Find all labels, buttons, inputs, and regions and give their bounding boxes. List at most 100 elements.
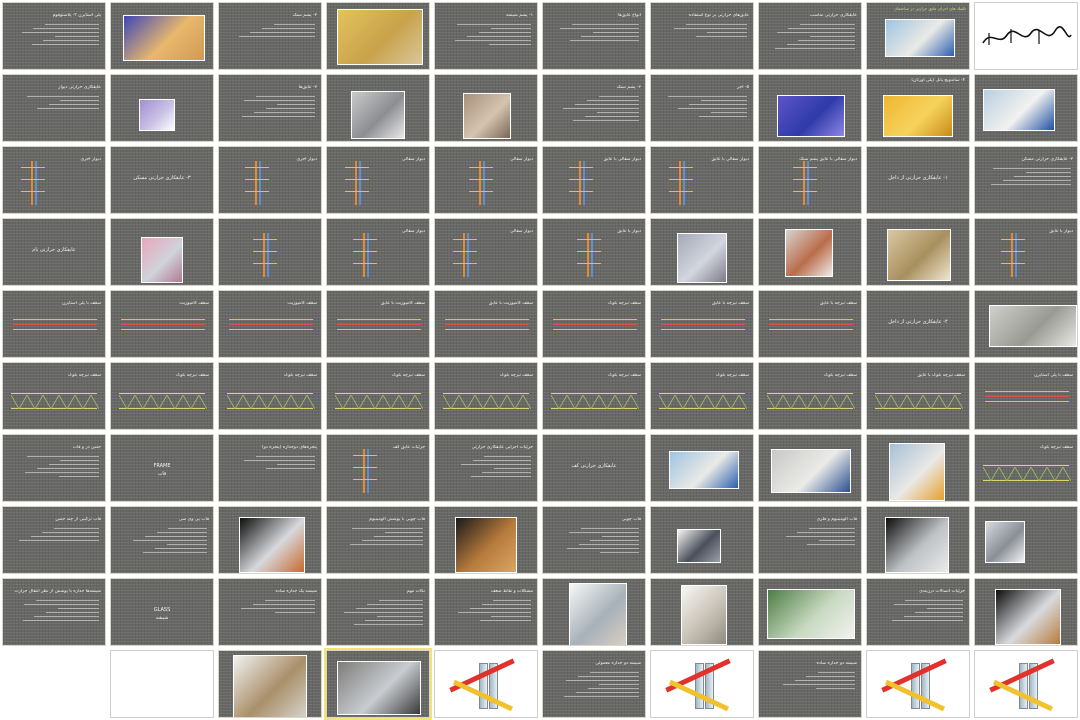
slide-thumbnail-10[interactable]: پلی استایرن ۳- پلاستوفوم: [2, 2, 106, 70]
slide-thumbnail-27[interactable]: دیوار سفالی: [326, 146, 430, 214]
slide-thumbnail-35[interactable]: دیوار با عایق: [542, 218, 646, 286]
slide-thumbnail-78[interactable]: [218, 506, 322, 574]
slide-thumbnail-32[interactable]: [866, 218, 970, 286]
slide-thumbnail-38[interactable]: [218, 218, 322, 286]
slide-thumbnail-2[interactable]: تكنیك های اجرای عایق حرارتی در ساختمان: [866, 2, 970, 70]
slide-thumbnail-92[interactable]: [866, 650, 970, 718]
slide-thumbnail-73[interactable]: قاب آلومینیوم و فلزی: [758, 506, 862, 574]
slide-thumbnail-76[interactable]: [434, 506, 538, 574]
slide-thumbnail-34[interactable]: [650, 218, 754, 286]
slide-thumbnail-62[interactable]: [866, 434, 970, 502]
slide-thumbnail-83[interactable]: [758, 578, 862, 646]
slide-thumbnail-23[interactable]: دیوار سفالی با عایق پشم سنگ: [758, 146, 862, 214]
slide-thumbnail-79[interactable]: قاب پی وی سی: [110, 506, 214, 574]
slide-thumbnail-8[interactable]: ۲- پشم سنگ: [218, 2, 322, 70]
slide-thumbnail-51[interactable]: سقف با پلی استایرن: [974, 362, 1078, 430]
slide-thumbnail-18[interactable]: ۷- عایق‌ها: [218, 74, 322, 142]
slide-thumbnail-72[interactable]: [866, 506, 970, 574]
slide-thumbnail-46[interactable]: سقف کامپوزیت با عایق: [434, 290, 538, 358]
slide-thumbnail-94[interactable]: [650, 650, 754, 718]
slide-thumbnail-44[interactable]: سقف تیرچه با عایق: [650, 290, 754, 358]
slide-thumbnail-88[interactable]: شیشه یک جداره ساده: [218, 578, 322, 646]
slide-thumbnail-89[interactable]: GLASS شیشه: [110, 578, 214, 646]
slide-thumbnail-30[interactable]: دیوار آجری: [2, 146, 106, 214]
slide-thumbnail-77[interactable]: قاب چوبی با پوشش آلومینیوم: [326, 506, 430, 574]
slide-thumbnail-40[interactable]: عایقکاری حرارتی بام: [2, 218, 106, 286]
slide-thumbnail-67[interactable]: جزئیات عایق کف: [326, 434, 430, 502]
slide-thumbnail-55[interactable]: سقف تیرچه بلوک: [542, 362, 646, 430]
slide-thumbnail-39[interactable]: [110, 218, 214, 286]
slide-thumbnail-1[interactable]: بسم الله الرحمن الرحیم: [974, 2, 1078, 70]
slide-thumbnail-37[interactable]: دیوار سفالی: [326, 218, 430, 286]
slide-thumbnail-59[interactable]: سقف تیرچه بلوک: [110, 362, 214, 430]
slide-thumbnail-31[interactable]: دیوار با عایق: [974, 218, 1078, 286]
slide-thumbnail-58[interactable]: سقف تیرچه بلوک: [218, 362, 322, 430]
slide-thumbnail-52[interactable]: سقف تیرچه بلوک با عایق: [866, 362, 970, 430]
slide-thumbnail-42[interactable]: ۴- عایقکاری حرارتی از داخل: [866, 290, 970, 358]
slide-thumbnail-9[interactable]: [110, 2, 214, 70]
slide-thumbnail-57[interactable]: سقف تیرچه بلوک: [326, 362, 430, 430]
slide-thumbnail-20[interactable]: عایقکاری حرارتی دیوار: [2, 74, 106, 142]
slide-thumbnail-13[interactable]: [758, 74, 862, 142]
slide-thumbnail-12[interactable]: ۴- ساندویچ پانل (پلی اورتان): [866, 74, 970, 142]
slide-thumbnail-53[interactable]: سقف تیرچه بلوک: [758, 362, 862, 430]
bullet-line: [469, 608, 531, 609]
slide-thumbnail-54[interactable]: سقف تیرچه بلوک: [650, 362, 754, 430]
slide-thumbnail-84[interactable]: [650, 578, 754, 646]
slide-thumbnail-97[interactable]: [324, 648, 432, 720]
slide-thumbnail-17[interactable]: [326, 74, 430, 142]
slide-thumbnail-90[interactable]: شیشه‌ها جداره با پوشش از نظر انتقال حرار…: [2, 578, 106, 646]
slide-thumbnail-82[interactable]: جزئیات اتصالات درزبندی: [866, 578, 970, 646]
slide-thumbnail-68[interactable]: پنجره‌های دوجداره (پنجره دو): [218, 434, 322, 502]
slide-thumbnail-47[interactable]: سقف کامپوزیت با عایق: [326, 290, 430, 358]
slide-thumbnail-16[interactable]: [434, 74, 538, 142]
slide-thumbnail-74[interactable]: [650, 506, 754, 574]
slide-thumbnail-70[interactable]: جنس در و قاب: [2, 434, 106, 502]
slide-thumbnail-36[interactable]: دیوار سفالی: [434, 218, 538, 286]
slide-thumbnail-24[interactable]: دیوار سفالی با عایق: [650, 146, 754, 214]
slide-thumbnail-3[interactable]: عایقکاری حرارتی مناسب: [758, 2, 862, 70]
slide-thumbnail-21[interactable]: ۲- عایقکاری حرارتی مسکن: [974, 146, 1078, 214]
slide-thumbnail-61[interactable]: سقف تیرچه بلوک: [974, 434, 1078, 502]
slide-thumbnail-60[interactable]: سقف تیرچه بلوک: [2, 362, 106, 430]
slide-thumbnail-99[interactable]: [110, 650, 214, 718]
slide-thumbnail-71[interactable]: [974, 506, 1078, 574]
slide-thumbnail-63[interactable]: [758, 434, 862, 502]
slide-thumbnail-98[interactable]: [218, 650, 322, 718]
slide-thumbnail-66[interactable]: جزئیات اجرایی عایقکاری حرارتی: [434, 434, 538, 502]
slide-thumbnail-6[interactable]: ۱- پشم شیشه: [434, 2, 538, 70]
slide-thumbnail-81[interactable]: [974, 578, 1078, 646]
slide-thumbnail-80[interactable]: قاب ترکیبی از چند جنس: [2, 506, 106, 574]
slide-thumbnail-64[interactable]: [650, 434, 754, 502]
slide-thumbnail-69[interactable]: FRAME قاب: [110, 434, 214, 502]
slide-thumbnail-45[interactable]: سقف تیرچه بلوک: [542, 290, 646, 358]
slide-thumbnail-48[interactable]: سقف کامپوزیت: [218, 290, 322, 358]
slide-thumbnail-14[interactable]: ۵- آجر: [650, 74, 754, 142]
slide-thumbnail-29[interactable]: ۳- عایقکاری حرارتی مسکن: [110, 146, 214, 214]
slide-thumbnail-85[interactable]: [542, 578, 646, 646]
slide-thumbnail-43[interactable]: سقف تیرچه با عایق: [758, 290, 862, 358]
slide-thumbnail-91[interactable]: [974, 650, 1078, 718]
slide-thumbnail-50[interactable]: سقف با پلی استایرن: [2, 290, 106, 358]
slide-thumbnail-19[interactable]: [110, 74, 214, 142]
slide-thumbnail-15[interactable]: ۶- پشم سنگ: [542, 74, 646, 142]
slide-thumbnail-11[interactable]: [974, 74, 1078, 142]
slide-thumbnail-25[interactable]: دیوار سفالی با عایق: [542, 146, 646, 214]
slide-thumbnail-93[interactable]: شیشه دو جداره ساده: [758, 650, 862, 718]
slide-thumbnail-95[interactable]: شیشه دو جداره معمولی: [542, 650, 646, 718]
slide-thumbnail-75[interactable]: قاب چوبی: [542, 506, 646, 574]
slide-thumbnail-87[interactable]: نکات مهم: [326, 578, 430, 646]
slide-thumbnail-28[interactable]: دیوار آجری: [218, 146, 322, 214]
slide-thumbnail-96[interactable]: [434, 650, 538, 718]
slide-thumbnail-26[interactable]: دیوار سفالی: [434, 146, 538, 214]
slide-thumbnail-5[interactable]: انواع عایق‌ها: [542, 2, 646, 70]
slide-thumbnail-41[interactable]: [974, 290, 1078, 358]
slide-thumbnail-33[interactable]: [758, 218, 862, 286]
slide-thumbnail-56[interactable]: سقف تیرچه بلوک: [434, 362, 538, 430]
slide-thumbnail-49[interactable]: سقف کامپوزیت: [110, 290, 214, 358]
slide-thumbnail-22[interactable]: ۱- عایقکاری حرارتی از داخل: [866, 146, 970, 214]
slide-thumbnail-7[interactable]: [326, 2, 430, 70]
slide-thumbnail-4[interactable]: عایق‌های حرارتی بر نوع استفاده: [650, 2, 754, 70]
slide-thumbnail-65[interactable]: عایقکاری حرارتی کف: [542, 434, 646, 502]
slide-thumbnail-86[interactable]: مشکلات و نقاط ضعف: [434, 578, 538, 646]
